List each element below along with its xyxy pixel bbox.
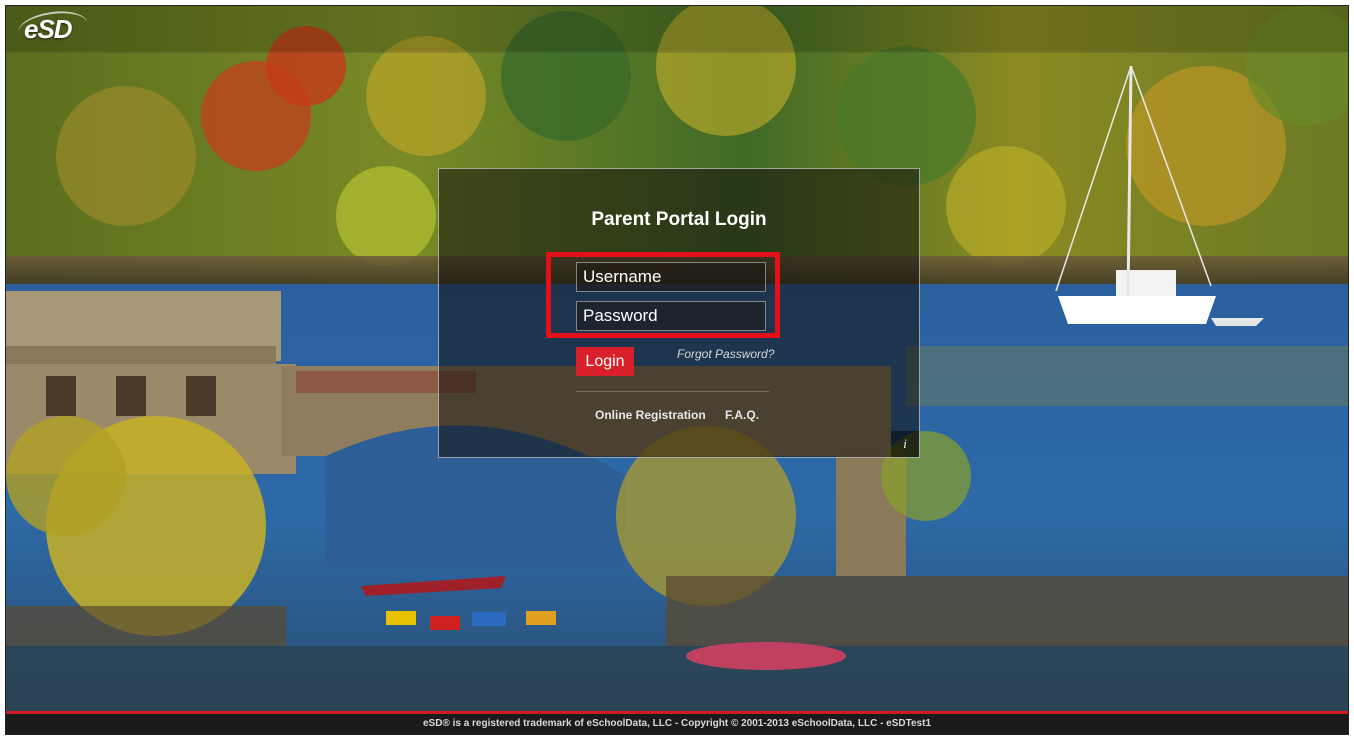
browser-page: eSD Parent Portal Login Login Forgot Pas…: [5, 5, 1349, 735]
forgot-password-link[interactable]: Forgot Password?: [677, 347, 774, 361]
login-panel: Parent Portal Login Login Forgot Passwor…: [438, 168, 920, 458]
password-input[interactable]: [576, 301, 766, 331]
login-button[interactable]: Login: [576, 347, 634, 376]
info-icon[interactable]: i: [891, 431, 919, 457]
username-input[interactable]: [576, 262, 766, 292]
top-header-bar: eSD: [6, 6, 1348, 53]
online-registration-link[interactable]: Online Registration: [595, 408, 706, 422]
footer-copyright: eSD® is a registered trademark of eSchoo…: [6, 711, 1348, 734]
faq-link[interactable]: F.A.Q.: [725, 408, 759, 422]
esd-logo: eSD: [24, 14, 73, 44]
login-bottom-links: Online Registration F.A.Q.: [595, 408, 775, 422]
login-title: Parent Portal Login: [591, 209, 767, 230]
panel-divider: [576, 391, 769, 392]
